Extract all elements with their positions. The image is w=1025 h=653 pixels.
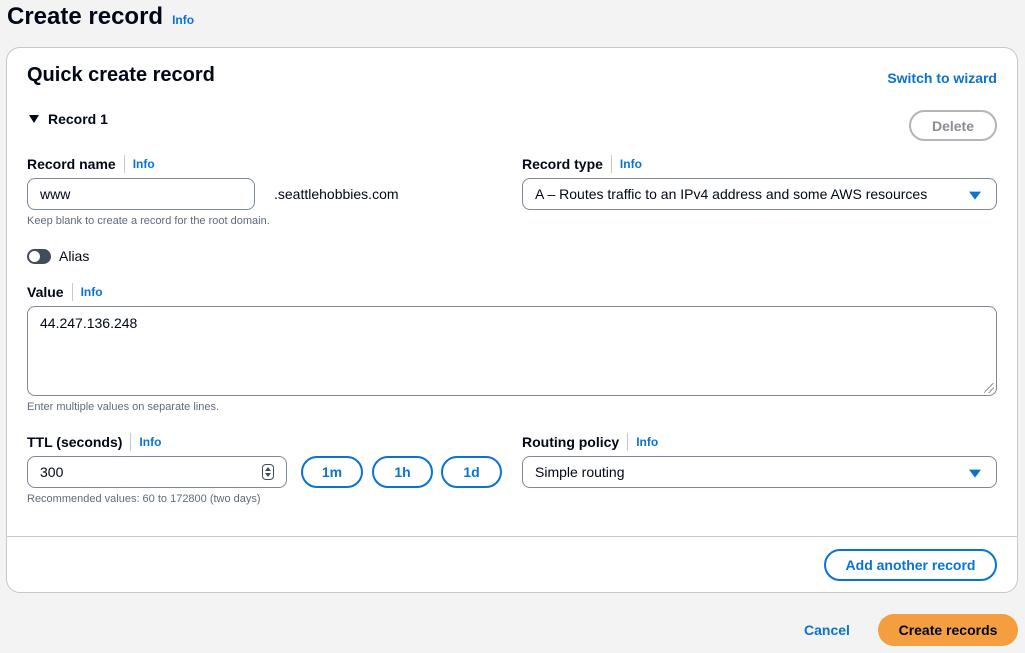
record-type-value: A – Routes traffic to an IPv4 address an…: [535, 186, 928, 202]
record-name-label-row: Record name Info: [27, 155, 155, 173]
resize-grip-icon[interactable]: [984, 383, 994, 393]
panel-title: Quick create record: [27, 64, 215, 86]
routing-policy-select[interactable]: Simple routing: [522, 456, 997, 488]
record-type-info-link[interactable]: Info: [620, 157, 642, 171]
caret-down-icon: [29, 115, 39, 123]
routing-policy-value: Simple routing: [535, 464, 625, 480]
record-name-input[interactable]: www: [27, 178, 255, 210]
ttl-label-row: TTL (seconds) Info: [27, 433, 161, 451]
record-name-hint: Keep blank to create a record for the ro…: [27, 215, 270, 227]
routing-policy-info-link[interactable]: Info: [636, 435, 658, 449]
delete-button[interactable]: Delete: [909, 110, 997, 141]
record-1-expander[interactable]: Record 1: [29, 111, 108, 127]
record-type-label-row: Record type Info: [522, 155, 642, 173]
record-name-value: www: [40, 186, 71, 202]
value-label-row: Value Info: [27, 283, 103, 301]
label-separator: [71, 283, 73, 301]
ttl-1h-button[interactable]: 1h: [372, 456, 433, 488]
label-separator: [123, 155, 125, 173]
routing-policy-label-row: Routing policy Info: [522, 433, 658, 451]
alias-toggle[interactable]: [27, 249, 51, 264]
routing-policy-label: Routing policy: [522, 434, 620, 450]
ttl-input[interactable]: 300: [27, 456, 287, 488]
value-text: 44.247.136.248: [40, 315, 138, 331]
page-title: Create record: [7, 3, 164, 30]
record-type-label: Record type: [522, 156, 603, 172]
value-label: Value: [27, 284, 64, 300]
value-hint: Enter multiple values on separate lines.: [27, 401, 219, 413]
caret-down-icon: [969, 469, 981, 478]
toggle-knob: [29, 251, 40, 262]
record-1-label: Record 1: [48, 111, 108, 127]
alias-label: Alias: [59, 248, 90, 264]
label-separator: [610, 155, 612, 173]
domain-suffix: .seattlehobbies.com: [274, 186, 399, 202]
stepper-icon[interactable]: [262, 464, 274, 480]
ttl-hint: Recommended values: 60 to 172800 (two da…: [27, 493, 261, 505]
switch-to-wizard-link[interactable]: Switch to wizard: [887, 70, 997, 86]
cancel-button[interactable]: Cancel: [804, 622, 850, 638]
label-separator: [627, 433, 629, 451]
add-another-record-button[interactable]: Add another record: [824, 549, 997, 581]
create-records-button[interactable]: Create records: [878, 614, 1018, 646]
panel-divider: [7, 536, 1017, 537]
ttl-label: TTL (seconds): [27, 434, 123, 450]
ttl-info-link[interactable]: Info: [139, 435, 161, 449]
page-info-link[interactable]: Info: [172, 13, 194, 27]
caret-down-icon: [969, 191, 981, 200]
record-name-label: Record name: [27, 156, 116, 172]
ttl-1d-button[interactable]: 1d: [441, 456, 502, 488]
stepper-up-icon: [265, 467, 271, 471]
ttl-value: 300: [40, 464, 64, 480]
value-info-link[interactable]: Info: [81, 285, 103, 299]
page-title-row: Create record Info: [7, 3, 194, 31]
value-textarea[interactable]: 44.247.136.248: [27, 306, 997, 396]
label-separator: [130, 433, 132, 451]
record-type-select[interactable]: A – Routes traffic to an IPv4 address an…: [522, 178, 997, 210]
stepper-down-icon: [265, 473, 271, 477]
ttl-1m-button[interactable]: 1m: [301, 456, 363, 488]
record-name-info-link[interactable]: Info: [133, 157, 155, 171]
